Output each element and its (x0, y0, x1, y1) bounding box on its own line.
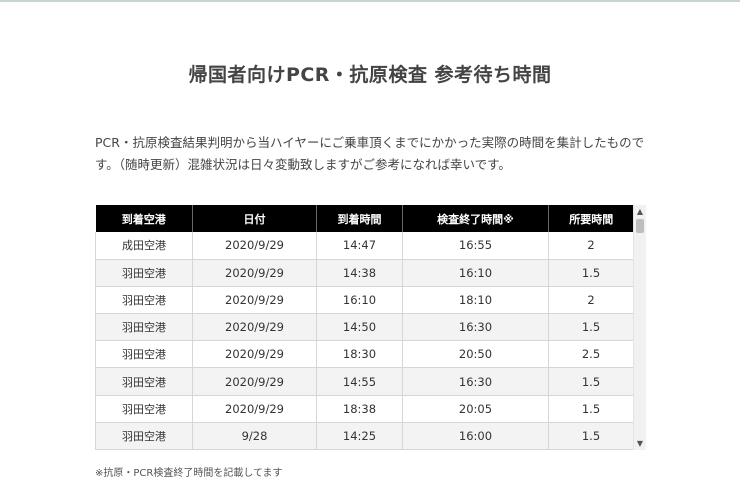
table-row: 成田空港 2020/9/29 14:47 16:55 2 (95, 232, 634, 260)
cell-duration: 1.5 (548, 367, 634, 396)
intro-text: PCR・抗原検査結果判明から当ハイヤーにご乗車頂くまでにかかった実際の時間を集計… (95, 135, 645, 172)
cell-airport: 羽田空港 (95, 367, 193, 396)
table-row: 羽田空港 2020/9/29 14:55 16:30 1.5 (95, 367, 634, 396)
cell-test-end-time: 20:50 (402, 340, 549, 369)
cell-test-end-time: 16:30 (402, 313, 549, 342)
cell-test-end-time: 18:10 (402, 286, 549, 315)
cell-duration: 2.5 (548, 340, 634, 369)
table-scrollbar[interactable]: ▲ ▼ (633, 205, 646, 450)
table-row: 羽田空港 9/28 14:25 16:00 1.5 (95, 422, 634, 450)
top-divider (0, 0, 740, 2)
cell-arrival-time: 14:38 (316, 259, 403, 287)
cell-test-end-time: 16:55 (402, 232, 549, 260)
cell-duration: 1.5 (548, 259, 634, 287)
footnote: ※抗原・PCR検査終了時間を記載してます (95, 468, 283, 479)
cell-date: 2020/9/29 (192, 367, 317, 396)
table-row: 羽田空港 2020/9/29 18:38 20:05 1.5 (95, 395, 634, 423)
cell-duration: 1.5 (548, 422, 634, 450)
header-duration: 所要時間 (548, 205, 634, 232)
cell-arrival-time: 14:47 (316, 232, 403, 260)
cell-test-end-time: 16:10 (402, 259, 549, 287)
scroll-down-arrow-icon[interactable]: ▼ (634, 437, 646, 450)
table-row: 羽田空港 2020/9/29 16:10 18:10 2 (95, 286, 634, 315)
cell-airport: 羽田空港 (95, 313, 193, 342)
scroll-thumb[interactable] (636, 219, 644, 233)
cell-arrival-time: 18:38 (316, 395, 403, 423)
header-date: 日付 (192, 205, 317, 232)
header-arrival-time: 到着時間 (316, 205, 403, 232)
wait-time-table: 到着空港 日付 到着時間 検査終了時間※ 所要時間 成田空港 2020/9/29… (95, 205, 634, 450)
cell-date: 2020/9/29 (192, 259, 317, 287)
cell-duration: 2 (548, 286, 634, 315)
cell-arrival-time: 18:30 (316, 340, 403, 369)
cell-airport: 羽田空港 (95, 422, 193, 450)
scroll-up-arrow-icon[interactable]: ▲ (634, 205, 646, 218)
wait-time-table-container[interactable]: 到着空港 日付 到着時間 検査終了時間※ 所要時間 成田空港 2020/9/29… (95, 205, 646, 450)
cell-arrival-time: 14:50 (316, 313, 403, 342)
page-title: 帰国者向けPCR・抗原検査 参考待ち時間 (188, 64, 552, 86)
cell-test-end-time: 20:05 (402, 395, 549, 423)
cell-date: 2020/9/29 (192, 313, 317, 342)
table-row: 羽田空港 2020/9/29 14:38 16:10 1.5 (95, 259, 634, 287)
table-row: 羽田空港 2020/9/29 14:50 16:30 1.5 (95, 313, 634, 342)
cell-date: 2020/9/29 (192, 286, 317, 315)
cell-date: 2020/9/29 (192, 395, 317, 423)
cell-duration: 1.5 (548, 313, 634, 342)
table-row: 羽田空港 2020/9/29 18:30 20:50 2.5 (95, 340, 634, 369)
cell-date: 2020/9/29 (192, 232, 317, 260)
cell-airport: 羽田空港 (95, 259, 193, 287)
cell-arrival-time: 16:10 (316, 286, 403, 315)
header-test-end-time: 検査終了時間※ (402, 205, 549, 232)
header-arrival-airport: 到着空港 (95, 205, 193, 232)
cell-airport: 羽田空港 (95, 395, 193, 423)
cell-test-end-time: 16:00 (402, 422, 549, 450)
cell-airport: 羽田空港 (95, 286, 193, 315)
cell-airport: 成田空港 (95, 232, 193, 260)
cell-airport: 羽田空港 (95, 340, 193, 369)
cell-duration: 2 (548, 232, 634, 260)
cell-date: 2020/9/29 (192, 340, 317, 369)
cell-test-end-time: 16:30 (402, 367, 549, 396)
table-header-row: 到着空港 日付 到着時間 検査終了時間※ 所要時間 (95, 205, 634, 232)
cell-arrival-time: 14:25 (316, 422, 403, 450)
cell-date: 9/28 (192, 422, 317, 450)
cell-arrival-time: 14:55 (316, 367, 403, 396)
cell-duration: 1.5 (548, 395, 634, 423)
